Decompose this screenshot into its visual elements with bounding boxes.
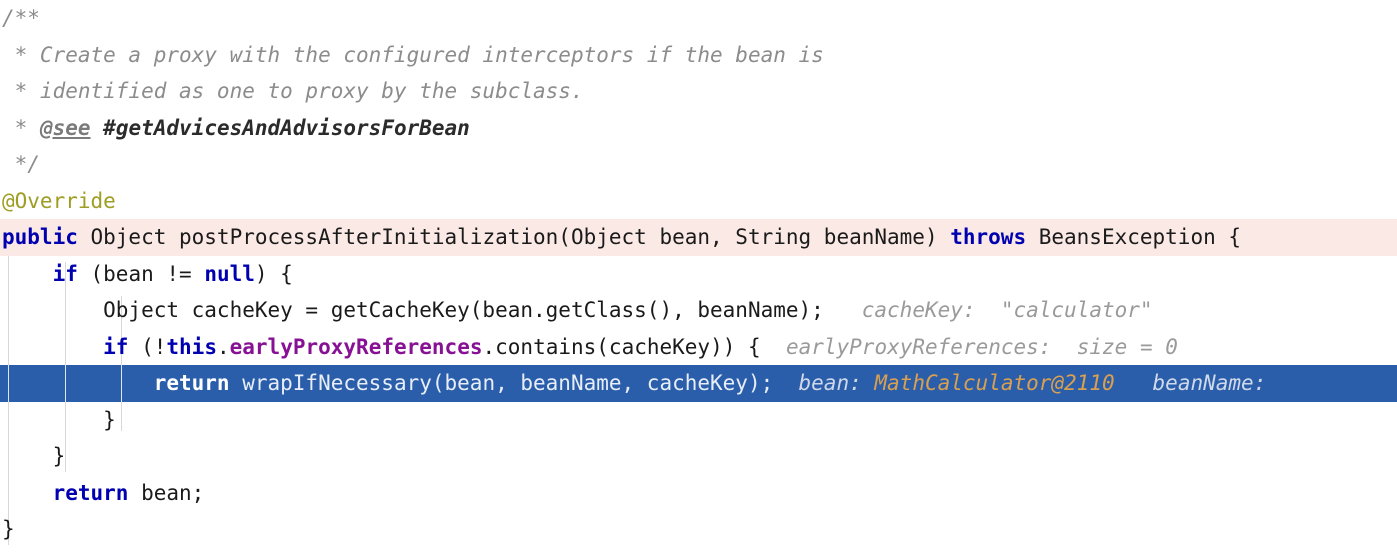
selected-indent-guide-0 [8,365,9,402]
line-override-annotation[interactable]: @Override [0,183,1397,220]
line-if-early-proxy-refs-token-0 [2,335,103,359]
line-javadoc-create-proxy-token-0: * Create a proxy with the configured int… [2,42,824,67]
code-editor[interactable]: /** * Create a proxy with the configured… [0,0,1397,555]
line-close-method[interactable]: } [0,511,1397,548]
line-method-signature-token-1: Object postProcessAfterInitialization(Ob… [77,225,951,249]
line-override-annotation-token-0: @Override [2,188,116,213]
line-if-bean-not-null[interactable]: if (bean != null) { [0,256,1397,293]
line-javadoc-see-token-0: * [2,115,40,140]
line-return-wrap-if-necessary-token-5: beanName: [1114,371,1267,395]
line-return-bean-token-2: bean; [128,480,205,505]
line-javadoc-create-proxy-text: * Create a proxy with the configured int… [0,37,824,74]
line-if-bean-not-null-token-0 [2,262,53,286]
line-method-signature-token-0: public [2,225,78,249]
line-return-wrap-if-necessary[interactable]: return wrapIfNecessary(bean, beanName, c… [0,365,1397,402]
line-if-early-proxy-refs-text: if (!this.earlyProxyReferences.contains(… [0,329,1178,366]
line-javadoc-open-text: /** [0,0,40,37]
line-if-early-proxy-refs-token-2: (! [128,334,167,359]
line-if-early-proxy-refs-token-7: earlyProxyReferences: [760,334,1077,359]
line-javadoc-open[interactable]: /** [0,0,1397,37]
line-return-wrap-if-necessary-token-3: bean: [773,371,875,395]
line-return-wrap-if-necessary-token-4: MathCalculator@2110 [874,371,1115,395]
selected-indent-guide-1 [65,365,66,402]
line-if-bean-not-null-token-1: if [52,261,78,286]
line-return-wrap-if-necessary-token-0 [2,371,154,395]
line-javadoc-see-token-1: @see [39,115,91,140]
line-close-inner-if-text: } [0,402,116,439]
line-close-outer-if-text: } [0,438,66,475]
line-method-signature-text: public Object postProcessAfterInitializa… [0,219,1241,256]
line-method-signature-token-3: BeansException { [1026,225,1242,249]
line-cache-key-token-0: Object cacheKey = getCacheKey(bean.getCl… [2,298,824,322]
line-if-early-proxy-refs-token-6: .contains(cacheKey)) { [482,334,761,359]
line-javadoc-open-token-0: /** [2,6,40,30]
line-javadoc-close-token-0: */ [2,152,40,176]
line-if-early-proxy-refs-token-4: . [216,334,230,359]
line-javadoc-see[interactable]: * @see #getAdvicesAndAdvisorsForBean [0,110,1397,147]
line-return-wrap-if-necessary-token-1: return [153,371,230,395]
line-javadoc-see-token-3: #getAdvicesAndAdvisorsForBean [103,115,470,140]
line-cache-key-token-1: cacheKey: [823,298,1001,322]
line-javadoc-identified-text: * identified as one to proxy by the subc… [0,73,584,110]
line-javadoc-see-token-2 [91,116,104,140]
line-javadoc-close[interactable]: */ [0,146,1397,183]
line-return-bean-token-1: return [52,480,129,505]
line-if-bean-not-null-token-3: null [204,261,255,286]
line-cache-key[interactable]: Object cacheKey = getCacheKey(bean.getCl… [0,292,1397,329]
line-if-bean-not-null-token-4: ) { [254,261,293,286]
line-return-bean-text: return bean; [0,475,205,512]
line-cache-key-token-2: "calculator" [1000,298,1153,322]
line-close-inner-if[interactable]: } [0,402,1397,439]
selected-indent-guide-2 [121,365,122,402]
line-close-method-text: } [0,511,15,548]
line-if-bean-not-null-token-2: (bean != [77,261,205,286]
line-javadoc-identified-token-0: * identified as one to proxy by the subc… [2,79,584,103]
line-return-bean-token-0 [2,481,53,505]
line-if-early-proxy-refs[interactable]: if (!this.earlyProxyReferences.contains(… [0,329,1397,366]
line-javadoc-close-text: */ [0,146,40,183]
line-javadoc-see-text: * @see #getAdvicesAndAdvisorsForBean [0,110,470,147]
line-override-annotation-text: @Override [0,183,116,220]
code-lines[interactable]: /** * Create a proxy with the configured… [0,0,1397,548]
line-close-outer-if-token-0: } [2,444,66,468]
line-return-wrap-if-necessary-text: return wrapIfNecessary(bean, beanName, c… [0,365,1267,402]
line-return-wrap-if-necessary-token-2: wrapIfNecessary(bean, beanName, cacheKey… [229,371,774,395]
line-if-early-proxy-refs-token-3: this [166,334,217,359]
line-javadoc-identified[interactable]: * identified as one to proxy by the subc… [0,73,1397,110]
line-if-bean-not-null-text: if (bean != null) { [0,256,293,293]
line-if-early-proxy-refs-token-5: earlyProxyReferences [229,334,483,359]
line-close-outer-if[interactable]: } [0,438,1397,475]
line-close-method-token-0: } [2,517,15,541]
line-javadoc-create-proxy[interactable]: * Create a proxy with the configured int… [0,37,1397,74]
line-cache-key-text: Object cacheKey = getCacheKey(bean.getCl… [0,292,1153,329]
line-if-early-proxy-refs-token-8: size = 0 [1076,334,1178,359]
line-close-inner-if-token-0: } [2,407,116,432]
line-if-early-proxy-refs-token-1: if [103,334,129,359]
line-return-bean[interactable]: return bean; [0,475,1397,512]
line-method-signature-token-2: throws [950,225,1027,249]
line-method-signature[interactable]: public Object postProcessAfterInitializa… [0,219,1397,256]
